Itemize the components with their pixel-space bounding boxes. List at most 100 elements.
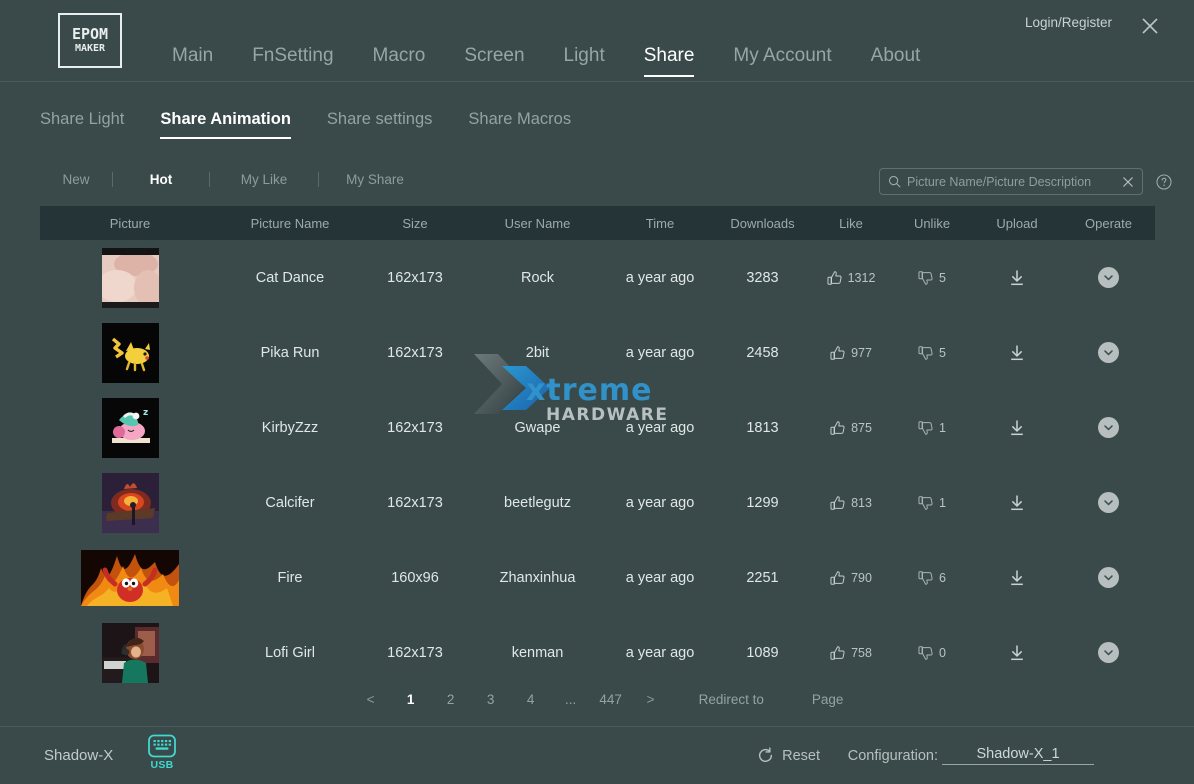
column-header-user-name: User Name (470, 216, 605, 231)
search-input[interactable] (901, 175, 1120, 189)
nav-item-my-account[interactable]: My Account (733, 45, 831, 81)
unlike-count: 1 (939, 421, 946, 435)
filter-my-share[interactable]: My Share (319, 172, 431, 187)
operate-circle (1098, 342, 1119, 363)
unlike-button[interactable]: 5 (892, 345, 972, 361)
configuration-area: Configuration: (848, 746, 1094, 765)
thumbs-up-icon (830, 570, 846, 586)
tab-share-light[interactable]: Share Light (40, 110, 124, 141)
pagination-next[interactable]: > (631, 692, 671, 707)
pagination-page-1[interactable]: 1 (391, 692, 431, 707)
nav-item-about[interactable]: About (871, 45, 921, 81)
table-row[interactable]: z KirbyZzz 162x173 Gwape a year ago 1813… (40, 390, 1155, 465)
operate-circle (1098, 492, 1119, 513)
cell-picture-name: Cat Dance (220, 270, 360, 286)
operate-button[interactable] (1062, 267, 1155, 288)
cell-downloads: 2458 (715, 345, 810, 361)
chevron-down-icon (1103, 272, 1114, 283)
cell-time: a year ago (605, 495, 715, 511)
configuration-input[interactable] (942, 746, 1094, 765)
row-thumbnail[interactable] (40, 473, 220, 533)
search-box[interactable] (879, 168, 1143, 195)
thumbs-up-icon (830, 645, 846, 661)
nav-item-share[interactable]: Share (644, 45, 695, 81)
like-button[interactable]: 758 (810, 645, 892, 661)
unlike-button[interactable]: 1 (892, 495, 972, 511)
download-button[interactable] (972, 569, 1062, 587)
pagination-page-3[interactable]: 3 (471, 692, 511, 707)
operate-button[interactable] (1062, 417, 1155, 438)
pagination-prev[interactable]: < (351, 692, 391, 707)
reset-button[interactable]: Reset (757, 747, 820, 764)
table-row[interactable]: Fire 160x96 Zhanxinhua a year ago 2251 7… (40, 540, 1155, 615)
download-icon (1008, 569, 1026, 587)
cell-size: 162x173 (360, 645, 470, 661)
like-button[interactable]: 813 (810, 495, 892, 511)
refresh-icon (757, 747, 774, 764)
nav-item-main[interactable]: Main (172, 45, 213, 81)
clear-search-button[interactable] (1120, 176, 1136, 188)
like-count: 790 (851, 571, 872, 585)
tab-share-settings[interactable]: Share settings (327, 110, 432, 141)
row-thumbnail[interactable] (40, 323, 220, 383)
pagination-ellipsis: ... (551, 692, 591, 707)
operate-button[interactable] (1062, 642, 1155, 663)
nav-item-screen[interactable]: Screen (464, 45, 524, 81)
cell-downloads: 1089 (715, 645, 810, 661)
close-window-button[interactable] (1134, 10, 1166, 42)
download-icon (1008, 419, 1026, 437)
thumbnail-calcifer (102, 473, 159, 533)
download-button[interactable] (972, 644, 1062, 662)
table-row[interactable]: Lofi Girl 162x173 kenman a year ago 1089… (40, 615, 1155, 690)
like-count: 813 (851, 496, 872, 510)
table-row[interactable]: Cat Dance 162x173 Rock a year ago 3283 1… (40, 240, 1155, 315)
download-button[interactable] (972, 494, 1062, 512)
share-animation-table: Picture Picture Name Size User Name Time… (40, 206, 1155, 690)
unlike-button[interactable]: 6 (892, 570, 972, 586)
like-button[interactable]: 875 (810, 420, 892, 436)
operate-button[interactable] (1062, 342, 1155, 363)
login-register-link[interactable]: Login/Register (1025, 15, 1112, 30)
operate-button[interactable] (1062, 567, 1155, 588)
download-icon (1008, 269, 1026, 287)
keyboard-connection-indicator[interactable]: USB (148, 734, 176, 771)
tab-share-macros[interactable]: Share Macros (468, 110, 571, 141)
table-row[interactable]: Pika Run 162x173 2bit a year ago 2458 97… (40, 315, 1155, 390)
download-icon (1008, 344, 1026, 362)
like-button[interactable]: 790 (810, 570, 892, 586)
help-button[interactable] (1156, 174, 1172, 190)
cell-time: a year ago (605, 570, 715, 586)
operate-button[interactable] (1062, 492, 1155, 513)
download-button[interactable] (972, 419, 1062, 437)
unlike-button[interactable]: 0 (892, 645, 972, 661)
thumbs-down-icon (918, 270, 934, 286)
redirect-page-input[interactable] (764, 692, 812, 707)
row-thumbnail[interactable] (40, 623, 220, 683)
row-thumbnail[interactable] (40, 550, 220, 606)
filter-hot[interactable]: Hot (113, 172, 209, 187)
download-button[interactable] (972, 344, 1062, 362)
chevron-down-icon (1103, 422, 1114, 433)
tab-share-animation[interactable]: Share Animation (160, 110, 291, 141)
nav-item-macro[interactable]: Macro (373, 45, 426, 81)
device-name: Shadow-X (44, 747, 113, 764)
reset-label: Reset (782, 748, 820, 764)
unlike-button[interactable]: 1 (892, 420, 972, 436)
nav-item-fnsetting[interactable]: FnSetting (252, 45, 333, 81)
row-thumbnail[interactable] (40, 248, 220, 308)
cell-size: 162x173 (360, 495, 470, 511)
pagination-page-4[interactable]: 4 (511, 692, 551, 707)
row-thumbnail[interactable]: z (40, 398, 220, 458)
thumbs-up-icon (830, 420, 846, 436)
cell-picture-name: Fire (220, 570, 360, 586)
unlike-button[interactable]: 5 (892, 270, 972, 286)
like-button[interactable]: 977 (810, 345, 892, 361)
download-button[interactable] (972, 269, 1062, 287)
filter-my-like[interactable]: My Like (210, 172, 318, 187)
table-row[interactable]: Calcifer 162x173 beetlegutz a year ago 1… (40, 465, 1155, 540)
pagination-page-last[interactable]: 447 (591, 692, 631, 707)
filter-new[interactable]: New (40, 172, 112, 187)
nav-item-light[interactable]: Light (564, 45, 605, 81)
pagination-page-2[interactable]: 2 (431, 692, 471, 707)
like-button[interactable]: 1312 (810, 270, 892, 286)
